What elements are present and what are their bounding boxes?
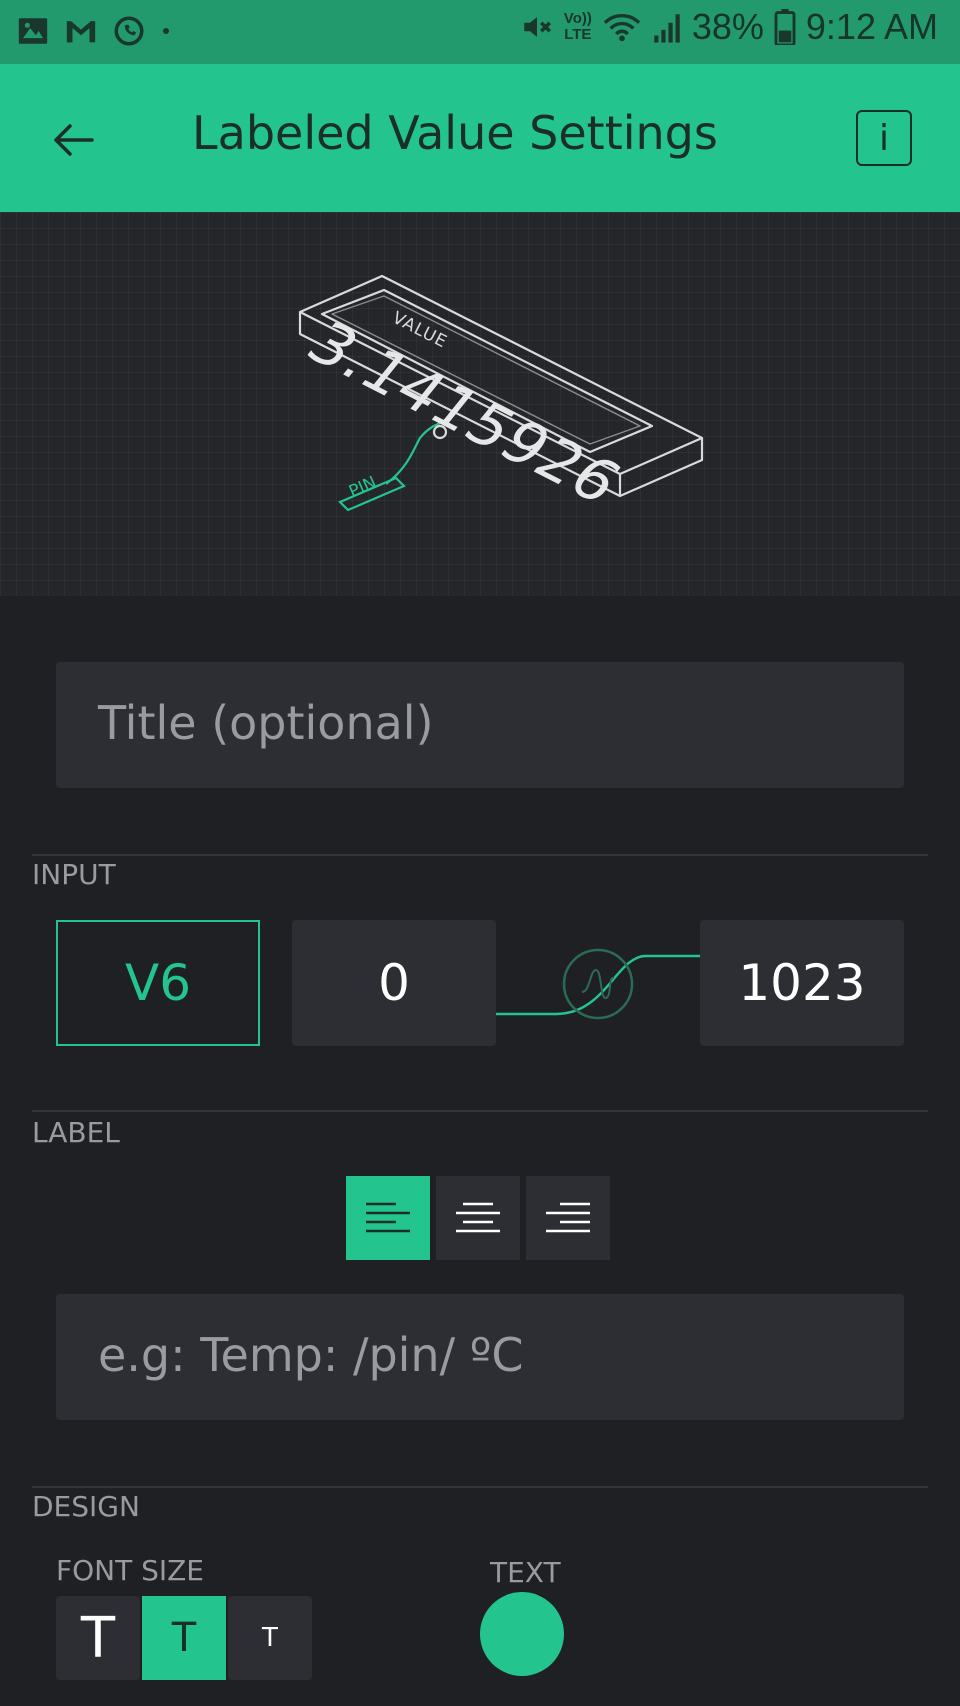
lte-text: LTE (564, 26, 592, 43)
title-placeholder: Title (optional) (98, 696, 434, 750)
scaling-icon[interactable] (562, 948, 634, 1020)
label-placeholder: e.g: Temp: /pin/ ºC (98, 1328, 524, 1382)
page-title: Labeled Value Settings (192, 106, 718, 160)
system-status: Vo)) LTE 38% 9:12 AM (520, 6, 938, 48)
info-icon: i (878, 117, 889, 159)
pin-selector[interactable]: V6 (56, 920, 260, 1046)
battery-percent: 38% (691, 6, 764, 47)
wifi-icon (603, 14, 641, 42)
font-size-group: T T T (56, 1596, 312, 1680)
clock: 9:12 AM (805, 6, 938, 47)
divider (32, 1486, 928, 1488)
mute-icon (524, 17, 551, 37)
gmail-icon (66, 21, 96, 43)
volte-icon: Vo)) LTE (564, 11, 592, 43)
notification-icons (16, 14, 172, 48)
text-color-label: TEXT (490, 1556, 561, 1589)
font-size-small-label: T (262, 1623, 278, 1653)
max-value: 1023 (738, 954, 866, 1012)
max-value-field[interactable]: 1023 (700, 920, 904, 1046)
volte-text: Vo)) (563, 10, 592, 27)
title-field[interactable]: Title (optional) (56, 662, 904, 788)
font-size-medium-button[interactable]: T (142, 1596, 226, 1680)
divider (32, 1110, 928, 1112)
input-section-heading: INPUT (32, 858, 116, 891)
align-left-button[interactable] (346, 1176, 430, 1260)
align-left-icon (366, 1202, 410, 1233)
divider (32, 854, 928, 856)
mapping-curve (496, 948, 700, 1020)
pin-value: V6 (124, 954, 191, 1012)
font-size-label: FONT SIZE (56, 1554, 204, 1587)
label-section-heading: LABEL (32, 1116, 120, 1149)
info-button[interactable]: i (856, 110, 912, 166)
label-field[interactable]: e.g: Temp: /pin/ ºC (56, 1294, 904, 1420)
design-section-heading: DESIGN (32, 1490, 140, 1523)
alignment-group (346, 1176, 610, 1260)
min-value: 0 (378, 954, 410, 1012)
signal-icon (654, 14, 680, 43)
min-value-field[interactable]: 0 (292, 920, 496, 1046)
text-color-swatch[interactable] (480, 1592, 564, 1676)
widget-preview: VALUE 3.1415926 PIN (0, 212, 960, 596)
status-bar: Vo)) LTE 38% 9:12 AM (0, 0, 960, 64)
align-right-icon (546, 1202, 590, 1233)
align-right-button[interactable] (526, 1176, 610, 1260)
font-size-large-button[interactable]: T (56, 1596, 140, 1680)
battery-icon (774, 9, 796, 45)
back-arrow-icon[interactable] (44, 110, 104, 170)
align-center-button[interactable] (436, 1176, 520, 1260)
font-size-medium-label: T (171, 1615, 197, 1661)
dot-icon (163, 28, 169, 34)
font-size-small-button[interactable]: T (228, 1596, 312, 1680)
align-center-icon (456, 1202, 500, 1233)
gallery-icon (18, 18, 48, 44)
whatsapp-icon (114, 16, 144, 46)
font-size-large-label: T (80, 1605, 116, 1671)
